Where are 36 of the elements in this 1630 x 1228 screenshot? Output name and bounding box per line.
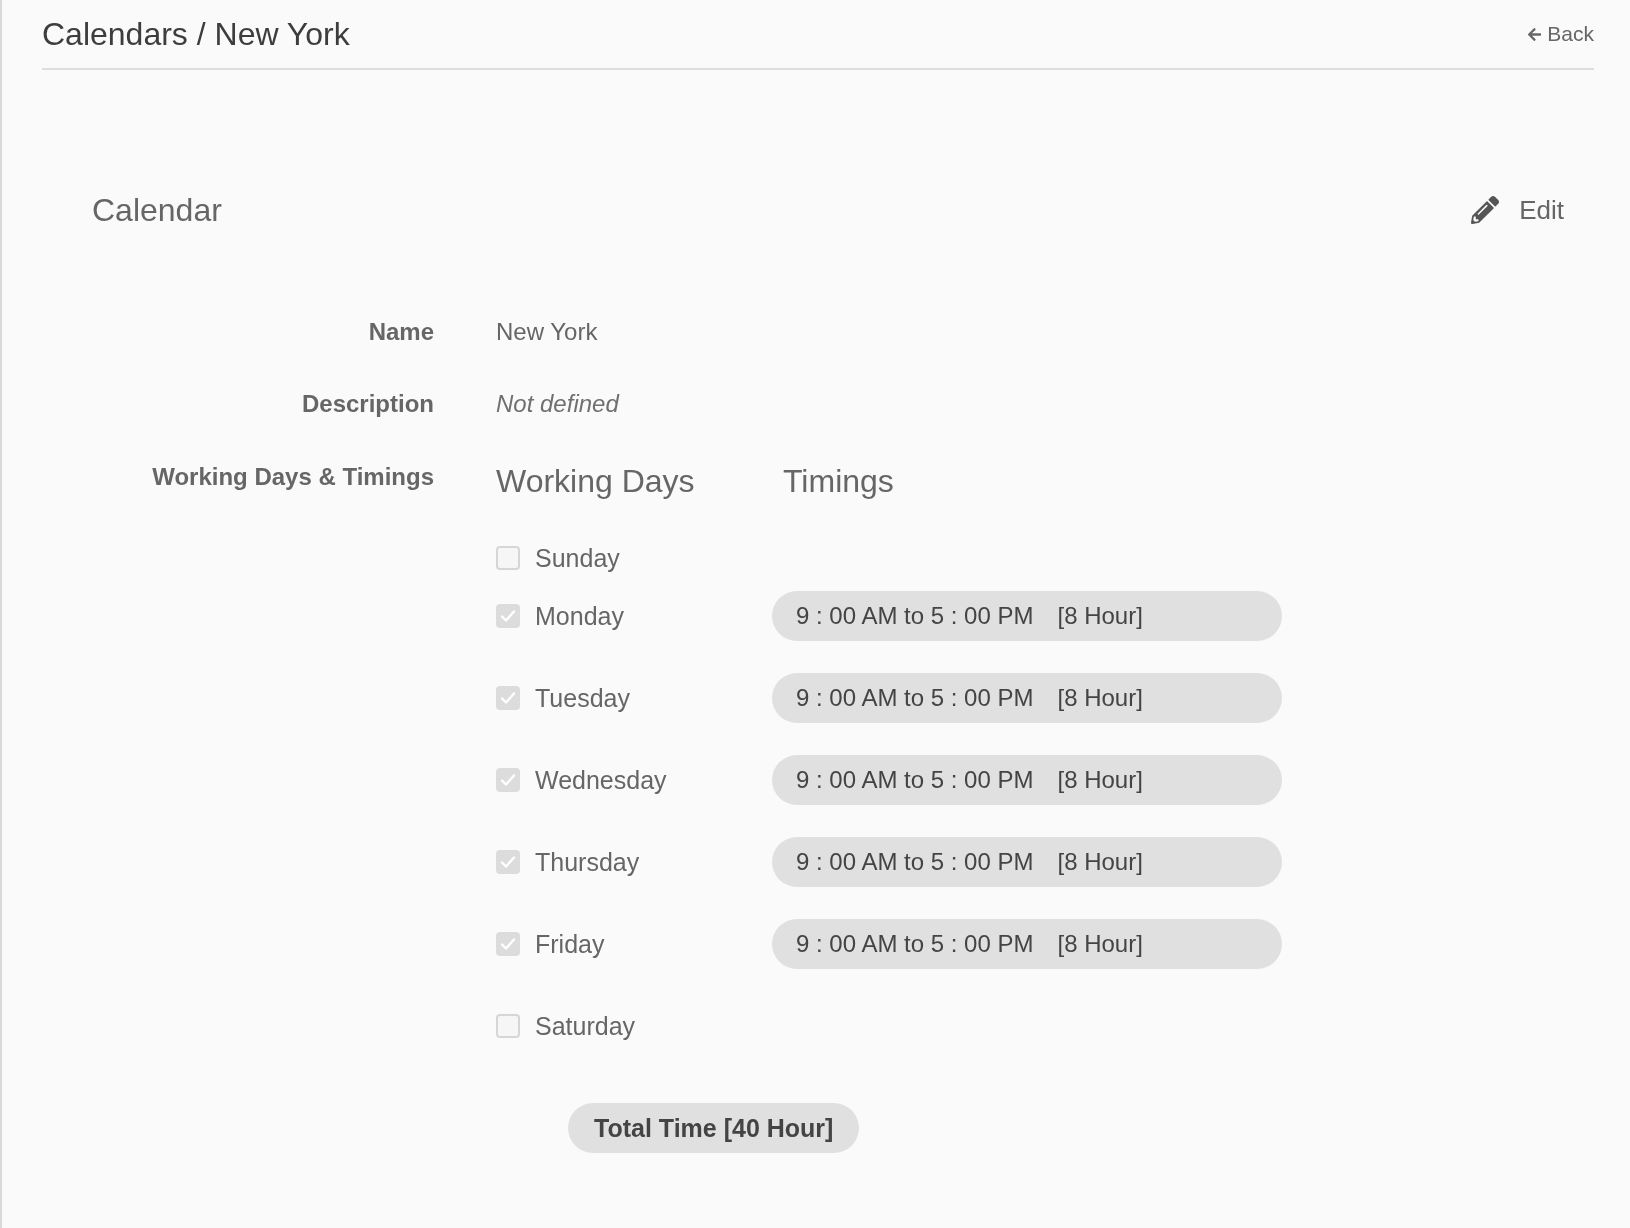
time-range: 9 : 00 AM to 5 : 00 PM — [796, 601, 1034, 631]
check-icon — [500, 608, 516, 624]
pencil-icon — [1471, 196, 1500, 224]
hours-count: [8 Hour] — [1057, 765, 1143, 795]
day-label: Saturday — [535, 1011, 636, 1042]
column-heading: Timings — [782, 462, 894, 501]
check-icon — [500, 936, 516, 952]
day-label: Tuesday — [535, 683, 630, 714]
arrow-left-icon — [1527, 26, 1543, 42]
field-value: New York — [496, 317, 598, 347]
time-range: 9 : 00 AM to 5 : 00 PM — [796, 765, 1034, 795]
hours-count: [8 Hour] — [1057, 847, 1143, 877]
time-range: 9 : 00 AM to 5 : 00 PM — [796, 683, 1034, 713]
field-value: Not defined — [496, 389, 619, 419]
field-label: Working Days & Timings — [151, 462, 434, 492]
hours-count: [8 Hour] — [1057, 683, 1143, 713]
hours-count: [8 Hour] — [1057, 601, 1143, 631]
total-time: Total Time [40 Hour] — [568, 1103, 860, 1153]
day-label: Friday — [535, 929, 605, 960]
check-icon — [500, 854, 516, 870]
field-label: Description — [300, 389, 434, 419]
day-label: Wednesday — [535, 765, 667, 796]
check-icon — [500, 690, 516, 706]
day-label: Thursday — [535, 847, 640, 878]
column-heading: Working Days — [496, 462, 696, 501]
field-label: Name — [367, 317, 434, 347]
day-label: Monday — [535, 601, 624, 632]
hours-count: [8 Hour] — [1057, 929, 1143, 959]
day-label: Sunday — [535, 543, 620, 574]
time-range: 9 : 00 AM to 5 : 00 PM — [796, 847, 1034, 877]
back-link[interactable]: Back — [1527, 20, 1594, 48]
section-title: Calendar — [92, 191, 222, 230]
time-range: 9 : 00 AM to 5 : 00 PM — [796, 929, 1034, 959]
page-title: Calendars / New York — [42, 15, 350, 54]
check-icon — [500, 772, 516, 788]
edit-button[interactable]: Edit — [1471, 193, 1564, 227]
